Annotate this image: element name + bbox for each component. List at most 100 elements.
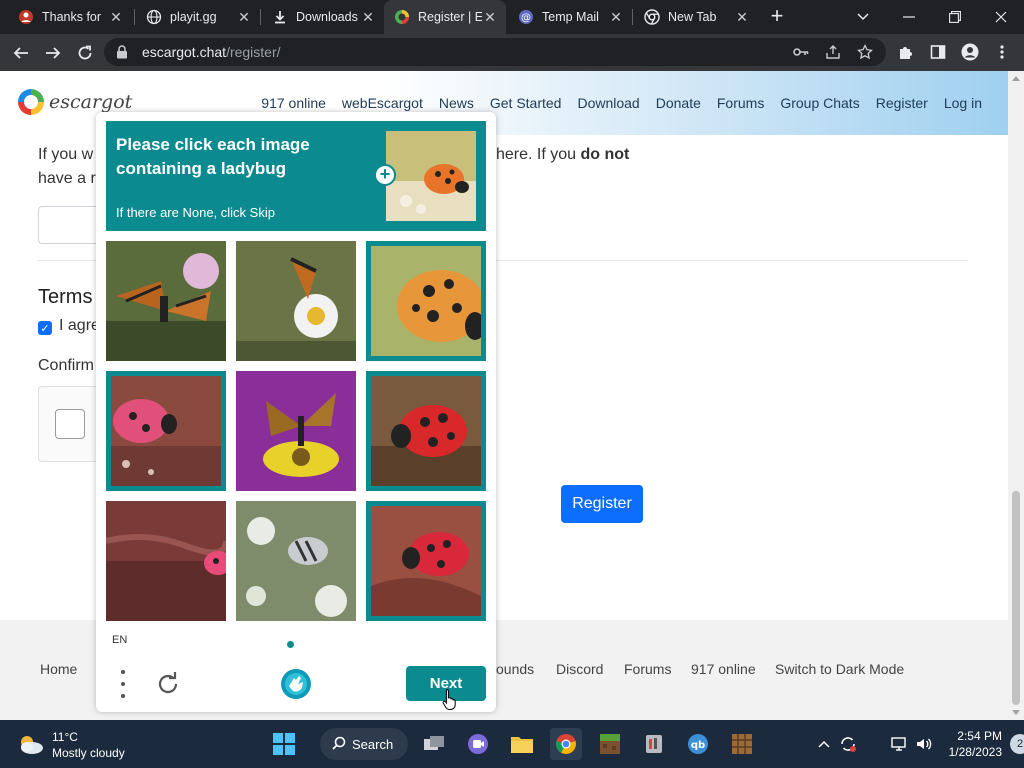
- restore-icon[interactable]: [932, 0, 978, 34]
- nav-group-chats[interactable]: Group Chats: [780, 95, 859, 111]
- nav-news[interactable]: News: [439, 95, 474, 111]
- browser-tab-strip: Thanks for ✕ playit.gg ✕ Downloads ✕ Reg…: [0, 0, 1024, 34]
- address-bar[interactable]: escargot.chat/register/: [104, 38, 886, 66]
- footer-link-forums[interactable]: Forums: [624, 661, 671, 677]
- captcha-checkbox[interactable]: [55, 409, 85, 439]
- browser-toolbar: escargot.chat/register/: [0, 34, 1024, 71]
- app-icon[interactable]: [638, 728, 670, 760]
- minimize-icon[interactable]: [886, 0, 932, 34]
- form-intro-right-text: here. If you: [496, 146, 577, 163]
- menu-dots-icon[interactable]: [113, 670, 133, 698]
- footer-link-sounds[interactable]: ounds: [496, 661, 534, 677]
- taskbar-search[interactable]: Search: [320, 728, 408, 760]
- nav-log-in[interactable]: Log in: [944, 95, 982, 111]
- key-icon[interactable]: [791, 42, 811, 62]
- tab-close-icon[interactable]: ✕: [734, 9, 750, 25]
- chrome-taskbar-icon[interactable]: [550, 728, 582, 760]
- confirm-heading: Confirm: [38, 357, 95, 374]
- tab-close-icon[interactable]: ✕: [236, 9, 252, 25]
- challenge-tile-8[interactable]: [236, 501, 356, 621]
- scroll-down-icon[interactable]: [1012, 710, 1020, 715]
- back-arrow-icon[interactable]: [8, 40, 34, 66]
- nav-download[interactable]: Download: [577, 95, 639, 111]
- hcaptcha-logo-icon[interactable]: [280, 668, 312, 700]
- windows-start-icon[interactable]: [268, 728, 300, 760]
- footer-link-home[interactable]: Home: [40, 661, 77, 677]
- windows-taskbar: 11°C Mostly cloudy Search qb 2:54 PM 1/2…: [0, 720, 1024, 768]
- challenge-tile-7[interactable]: [106, 501, 226, 621]
- side-panel-icon[interactable]: [927, 41, 949, 63]
- challenge-page-indicator: [287, 641, 294, 648]
- crafting-table-icon[interactable]: [726, 728, 758, 760]
- forward-arrow-icon[interactable]: [40, 40, 66, 66]
- task-view-icon[interactable]: [418, 728, 450, 760]
- challenge-tile-6[interactable]: [366, 371, 486, 491]
- form-intro-bold: do not: [580, 146, 630, 163]
- weather-widget[interactable]: 11°C Mostly cloudy: [16, 729, 125, 761]
- challenge-tile-2[interactable]: [236, 241, 356, 361]
- tab-close-icon[interactable]: ✕: [608, 9, 624, 25]
- tab-new-tab[interactable]: New Tab ✕: [634, 0, 758, 34]
- agree-checkbox[interactable]: ✓: [38, 321, 52, 335]
- chrome-icon: [644, 9, 660, 25]
- footer-link-online[interactable]: 917 online: [691, 661, 756, 677]
- new-tab-plus-icon[interactable]: +: [765, 5, 789, 29]
- bookmark-star-icon[interactable]: [855, 42, 875, 62]
- tab-register[interactable]: Register | E ✕: [384, 0, 506, 34]
- profile-avatar-icon[interactable]: [959, 41, 981, 63]
- tab-title: playit.gg: [170, 10, 217, 24]
- extensions-puzzle-icon[interactable]: [895, 41, 917, 63]
- network-icon[interactable]: [890, 734, 910, 754]
- refresh-icon[interactable]: [154, 670, 182, 698]
- footer-link-dark-mode[interactable]: Switch to Dark Mode: [775, 661, 904, 677]
- qbittorrent-icon[interactable]: qb: [682, 728, 714, 760]
- cloud-sun-icon: [16, 732, 44, 759]
- clock-date: 1/28/2023: [948, 745, 1002, 759]
- nav-register[interactable]: Register: [876, 95, 928, 111]
- terms-heading: Terms: [38, 286, 93, 308]
- sync-icon[interactable]: [838, 734, 858, 754]
- scrollbar-thumb[interactable]: [1012, 491, 1020, 705]
- reload-icon[interactable]: [72, 40, 98, 66]
- notification-badge[interactable]: 2: [1010, 734, 1024, 754]
- challenge-tile-3[interactable]: [366, 241, 486, 361]
- more-vertical-icon[interactable]: [991, 41, 1013, 63]
- site-nav: 917 online webEscargot News Get Started …: [245, 95, 982, 111]
- tab-temp-mail[interactable]: @ Temp Mail ✕: [508, 0, 632, 34]
- form-intro-line2: have a r: [38, 170, 96, 187]
- scroll-up-icon[interactable]: [1012, 76, 1020, 81]
- nav-webescargot[interactable]: webEscargot: [342, 95, 423, 111]
- volume-icon[interactable]: [914, 734, 934, 754]
- url-host: escargot.chat: [142, 44, 227, 60]
- zoom-plus-icon[interactable]: +: [374, 164, 396, 186]
- teams-chat-icon[interactable]: [462, 728, 494, 760]
- register-button[interactable]: Register: [561, 485, 643, 523]
- challenge-tile-1[interactable]: [106, 241, 226, 361]
- challenge-tile-5[interactable]: [236, 371, 356, 491]
- agree-label: I agre: [59, 317, 100, 334]
- challenge-tile-9[interactable]: [366, 501, 486, 621]
- tab-search-chevron-icon[interactable]: [840, 0, 886, 34]
- tab-downloads[interactable]: Downloads ✕: [262, 0, 384, 34]
- tab-close-icon[interactable]: ✕: [360, 9, 376, 25]
- nav-donate[interactable]: Donate: [656, 95, 701, 111]
- share-icon[interactable]: [823, 42, 843, 62]
- file-explorer-icon[interactable]: [506, 728, 538, 760]
- footer-link-discord[interactable]: Discord: [556, 661, 603, 677]
- minecraft-icon[interactable]: [594, 728, 626, 760]
- challenge-tile-4[interactable]: [106, 371, 226, 491]
- nav-get-started[interactable]: Get Started: [490, 95, 562, 111]
- tab-playit[interactable]: playit.gg ✕: [136, 0, 260, 34]
- download-icon: [272, 9, 288, 25]
- nav-online-count[interactable]: 917 online: [261, 95, 326, 111]
- tab-close-icon[interactable]: ✕: [108, 9, 124, 25]
- lock-icon[interactable]: [116, 45, 130, 59]
- tray-chevron-up-icon[interactable]: [814, 734, 834, 754]
- tab-close-icon[interactable]: ✕: [482, 9, 498, 25]
- system-clock[interactable]: 2:54 PM 1/28/2023: [946, 728, 1002, 760]
- page-scrollbar[interactable]: [1008, 71, 1024, 720]
- language-selector[interactable]: EN: [112, 634, 127, 646]
- tab-thanks[interactable]: Thanks for ✕: [8, 0, 132, 34]
- nav-forums[interactable]: Forums: [717, 95, 764, 111]
- close-window-icon[interactable]: [978, 0, 1024, 34]
